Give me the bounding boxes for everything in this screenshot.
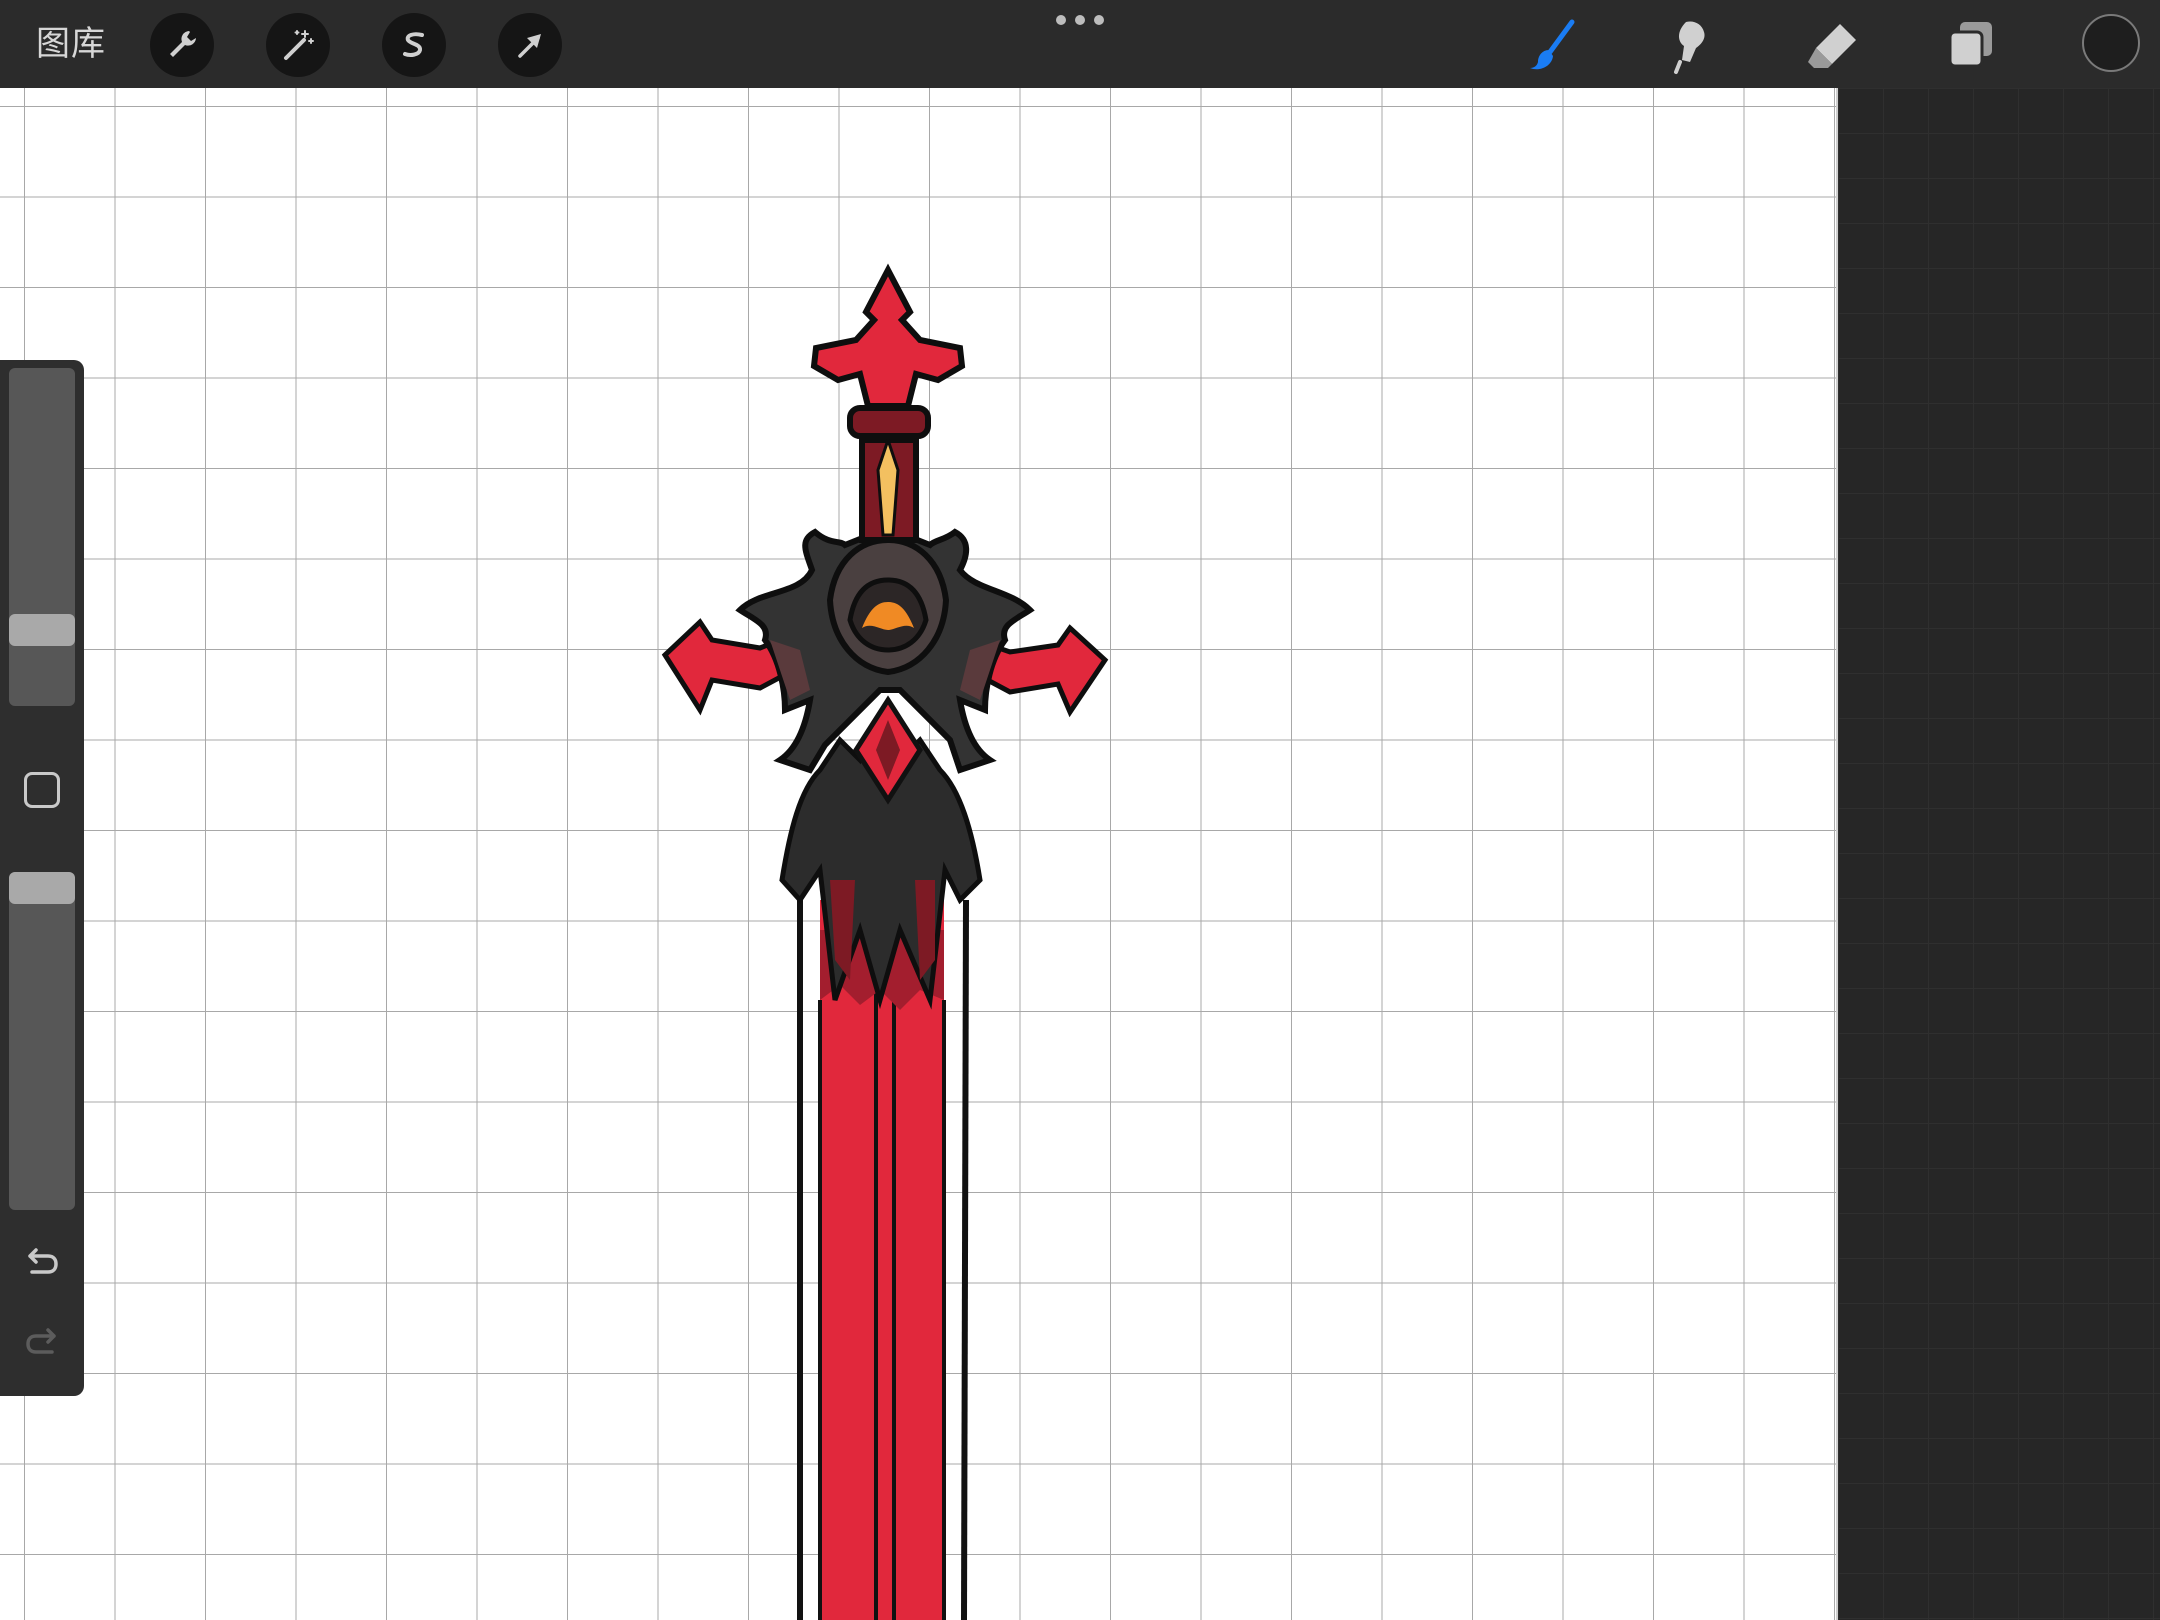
opacity-thumb[interactable] [9, 872, 75, 904]
wrench-icon [162, 25, 202, 65]
layers-icon [1942, 16, 2002, 76]
magic-wand-icon [278, 25, 318, 65]
square-modify-icon[interactable] [24, 772, 60, 808]
brush-icon [1522, 16, 1582, 76]
undo-icon[interactable] [18, 1238, 66, 1286]
sword-artwork [661, 263, 1109, 1620]
brush-size-thumb[interactable] [9, 614, 75, 646]
brush-size-slider[interactable] [9, 368, 75, 706]
transform-button[interactable] [498, 13, 562, 77]
eraser-tool-button[interactable] [1800, 14, 1864, 78]
layers-tool-button[interactable] [1940, 14, 2004, 78]
top-toolbar: 图库 [0, 0, 2160, 89]
selection-s-icon [394, 25, 434, 65]
smudge-tool-button[interactable] [1660, 14, 1724, 78]
actions-button[interactable] [150, 13, 214, 77]
left-sidebar [0, 360, 84, 1396]
smudge-icon [1662, 16, 1722, 76]
selection-button[interactable] [382, 13, 446, 77]
opacity-slider[interactable] [9, 872, 75, 1210]
color-picker-button[interactable] [2082, 14, 2140, 72]
drawing-canvas[interactable] [0, 88, 1838, 1620]
eraser-icon [1802, 16, 1862, 76]
gallery-button[interactable]: 图库 [36, 20, 106, 68]
transform-arrow-icon [510, 25, 550, 65]
canvas-background-area [1838, 88, 2160, 1620]
paint-tool-button[interactable] [1520, 14, 1584, 78]
more-dots-icon[interactable] [1056, 10, 1104, 30]
adjustments-button[interactable] [266, 13, 330, 77]
redo-icon[interactable] [18, 1318, 66, 1366]
